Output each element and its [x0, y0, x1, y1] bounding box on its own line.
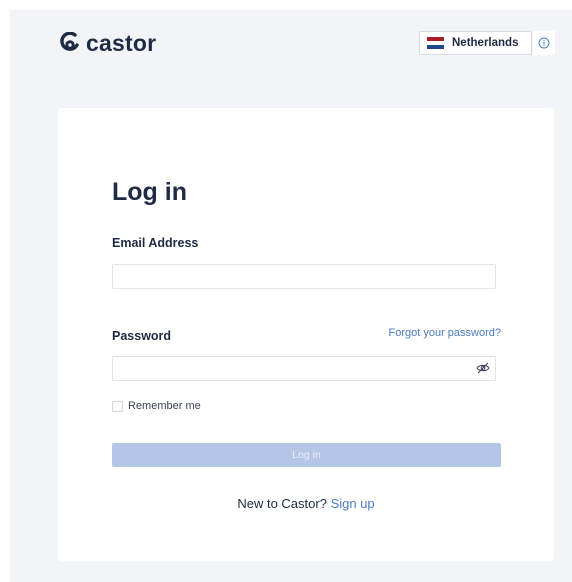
page-background: castor Netherlands Log in Email Address …	[10, 10, 572, 582]
signup-link[interactable]: Sign up	[331, 496, 375, 511]
email-label: Email Address	[112, 236, 199, 250]
password-field[interactable]	[112, 356, 496, 381]
remember-me-toggle[interactable]: Remember me	[112, 400, 201, 412]
remember-me-checkbox[interactable]	[112, 400, 123, 412]
info-icon	[538, 37, 550, 49]
password-label: Password	[112, 329, 172, 343]
eye-off-icon[interactable]	[476, 362, 490, 374]
signup-prompt-text: New to Castor?	[237, 496, 327, 511]
signup-prompt: New to Castor? Sign up	[58, 496, 554, 511]
country-selector[interactable]: Netherlands	[419, 31, 532, 55]
country-label: Netherlands	[452, 37, 519, 49]
login-button[interactable]: Log in	[112, 443, 501, 467]
login-card: Log in Email Address Password Forgot you…	[58, 108, 554, 561]
netherlands-flag-icon	[427, 37, 444, 49]
remember-me-label: Remember me	[128, 400, 201, 412]
castor-logo[interactable]: castor	[60, 30, 157, 56]
email-field[interactable]	[112, 264, 496, 289]
page-title: Log in	[112, 178, 187, 206]
forgot-password-link[interactable]: Forgot your password?	[389, 327, 502, 339]
info-button[interactable]	[533, 31, 555, 55]
castor-logo-icon	[60, 32, 79, 51]
logo-text: castor	[86, 30, 157, 56]
